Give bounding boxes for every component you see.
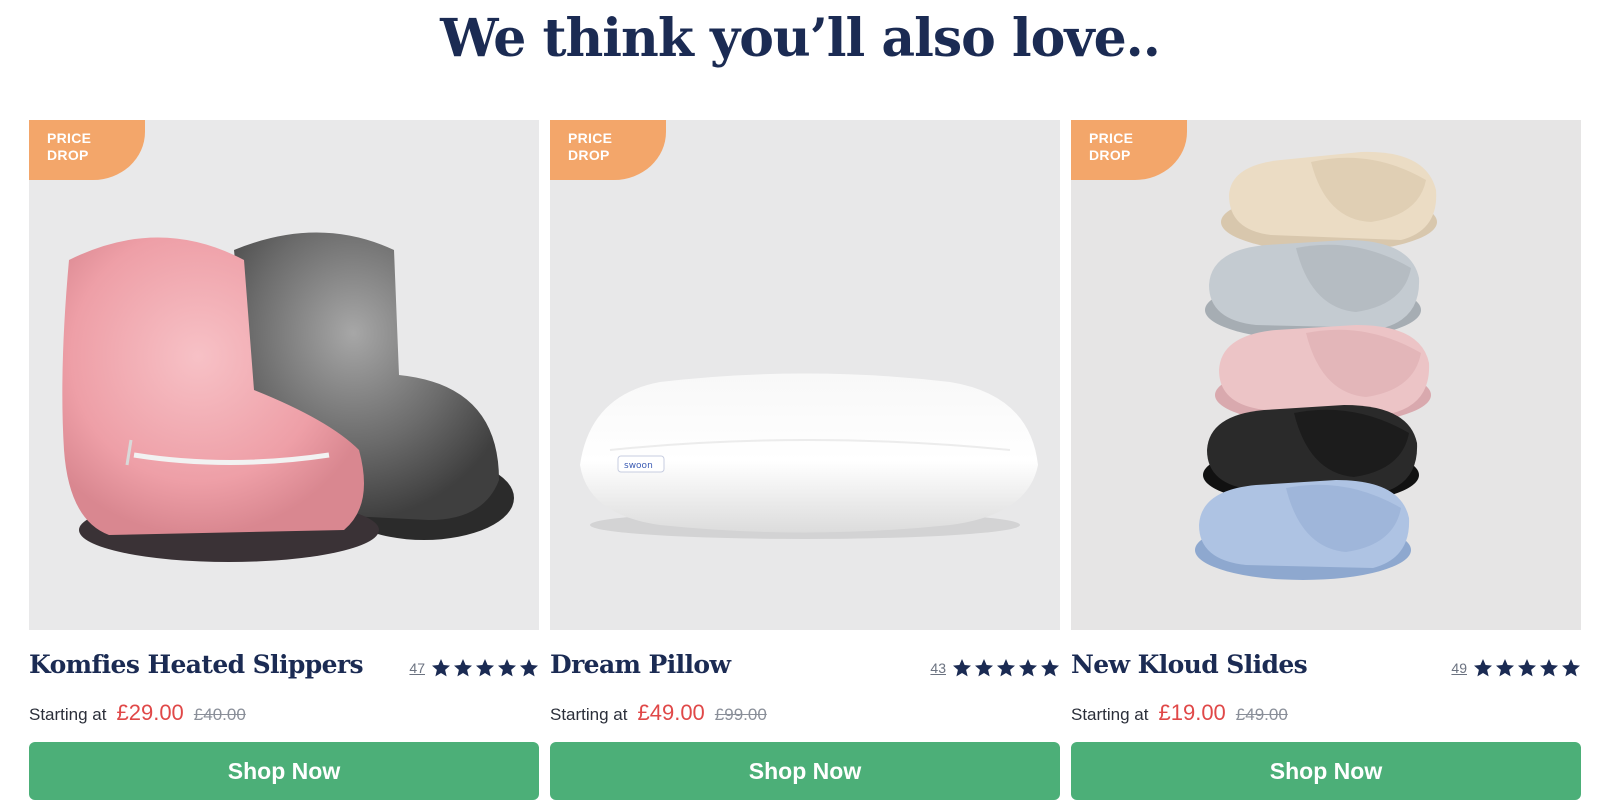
price-row: Starting at £19.00 £49.00 bbox=[1071, 700, 1288, 726]
star-icon bbox=[952, 658, 972, 678]
product-card[interactable]: PRICE DROP Komfies Heated Slippers 47 St… bbox=[29, 120, 539, 800]
badge-line: PRICE bbox=[1089, 130, 1134, 146]
star-icon bbox=[519, 658, 539, 678]
star-icon bbox=[453, 658, 473, 678]
star-rating bbox=[431, 658, 539, 678]
original-price: £49.00 bbox=[1235, 705, 1288, 724]
star-icon bbox=[475, 658, 495, 678]
current-price: £19.00 bbox=[1158, 700, 1226, 725]
starting-at-label: Starting at bbox=[1071, 705, 1149, 724]
product-card[interactable]: PRICE DROP New Kloud Slides 49 Starting … bbox=[1071, 120, 1581, 800]
star-icon bbox=[996, 658, 1016, 678]
product-info-row: New Kloud Slides 49 bbox=[1071, 650, 1581, 686]
slides-image bbox=[1195, 151, 1437, 580]
star-icon bbox=[1495, 658, 1515, 678]
star-rating bbox=[952, 658, 1060, 678]
star-icon bbox=[1561, 658, 1581, 678]
star-icon bbox=[1040, 658, 1060, 678]
badge-line: DROP bbox=[47, 147, 89, 163]
star-icon bbox=[497, 658, 517, 678]
product-info-row: Komfies Heated Slippers 47 bbox=[29, 650, 539, 686]
product-name[interactable]: Komfies Heated Slippers bbox=[29, 650, 364, 679]
product-image[interactable]: PRICE DROP bbox=[1071, 120, 1581, 630]
product-rating[interactable]: 49 bbox=[1451, 654, 1581, 682]
shop-now-button[interactable]: Shop Now bbox=[550, 742, 1060, 800]
product-rating[interactable]: 43 bbox=[930, 654, 1060, 682]
original-price: £40.00 bbox=[193, 705, 246, 724]
star-icon bbox=[1018, 658, 1038, 678]
slippers-image bbox=[62, 232, 514, 562]
original-price: £99.00 bbox=[714, 705, 767, 724]
starting-at-label: Starting at bbox=[550, 705, 628, 724]
price-row: Starting at £49.00 £99.00 bbox=[550, 700, 767, 726]
pillow-tag: swoon bbox=[624, 461, 653, 471]
price-row: Starting at £29.00 £40.00 bbox=[29, 700, 246, 726]
badge-line: DROP bbox=[568, 147, 610, 163]
star-icon bbox=[431, 658, 451, 678]
star-icon bbox=[1517, 658, 1537, 678]
review-count[interactable]: 43 bbox=[930, 660, 946, 676]
product-name[interactable]: Dream Pillow bbox=[550, 650, 731, 679]
product-rating[interactable]: 47 bbox=[409, 654, 539, 682]
current-price: £29.00 bbox=[116, 700, 184, 725]
starting-at-label: Starting at bbox=[29, 705, 107, 724]
current-price: £49.00 bbox=[637, 700, 705, 725]
badge-line: PRICE bbox=[568, 130, 613, 146]
star-icon bbox=[1539, 658, 1559, 678]
shop-now-button[interactable]: Shop Now bbox=[29, 742, 539, 800]
recommendations-section: We think you’ll also love.. PRICE DROP K… bbox=[0, 0, 1600, 802]
product-info-row: Dream Pillow 43 bbox=[550, 650, 1060, 686]
star-rating bbox=[1473, 658, 1581, 678]
badge-line: PRICE bbox=[47, 130, 92, 146]
product-image[interactable]: PRICE DROP bbox=[29, 120, 539, 630]
review-count[interactable]: 49 bbox=[1451, 660, 1467, 676]
shop-now-button[interactable]: Shop Now bbox=[1071, 742, 1581, 800]
star-icon bbox=[1473, 658, 1493, 678]
section-title: We think you’ll also love.. bbox=[440, 8, 1161, 69]
review-count[interactable]: 47 bbox=[409, 660, 425, 676]
badge-line: DROP bbox=[1089, 147, 1131, 163]
pillow-image: swoon bbox=[580, 373, 1038, 539]
product-card[interactable]: swoon PRICE DROP Dream Pillow 43 Startin… bbox=[550, 120, 1060, 800]
product-image[interactable]: swoon PRICE DROP bbox=[550, 120, 1060, 630]
star-icon bbox=[974, 658, 994, 678]
product-name[interactable]: New Kloud Slides bbox=[1071, 650, 1308, 679]
